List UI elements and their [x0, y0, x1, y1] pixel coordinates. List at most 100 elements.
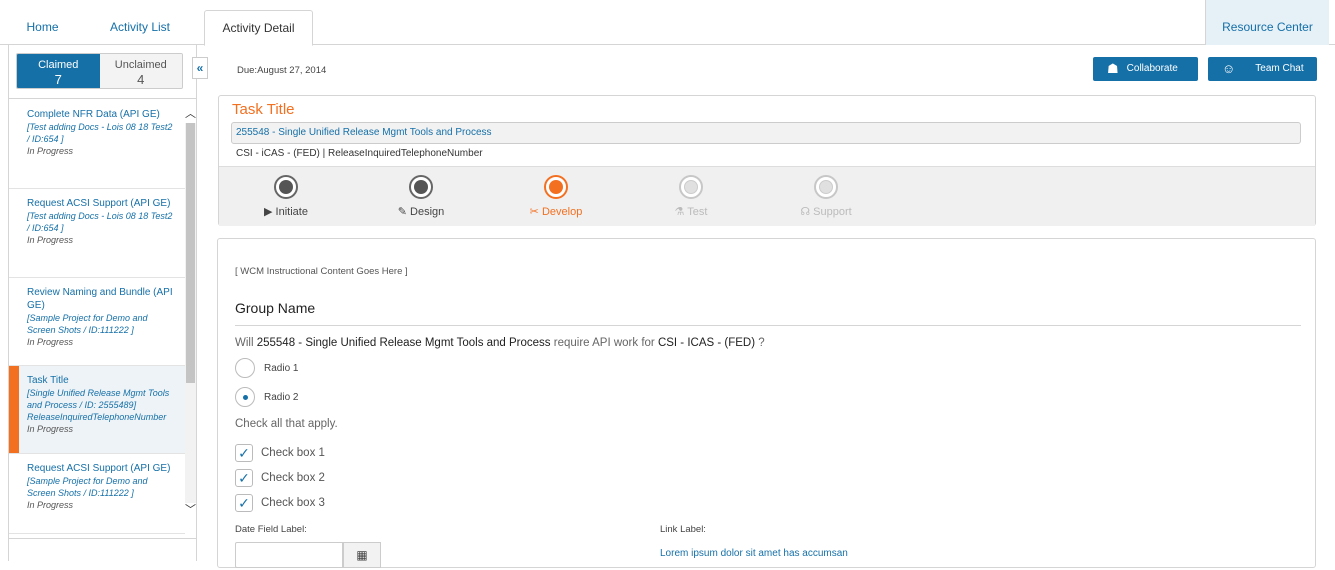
task-item-title: Complete NFR Data (API GE) — [27, 109, 160, 120]
radio-option-1[interactable]: Radio 1 — [235, 357, 298, 379]
design-icon: ✎ — [397, 206, 407, 218]
progress-steps: ▶ Initiate ✎ Design ✂ Develop ⚗ Test ☊ S… — [219, 166, 1315, 226]
scroll-down-icon[interactable]: ﹀ — [185, 503, 196, 517]
checkmark-icon[interactable]: ✓ — [235, 469, 253, 487]
scroll-up-icon[interactable]: ︿ — [185, 107, 196, 121]
checkbox-option-2[interactable]: ✓ Check box 2 — [235, 469, 325, 487]
divider — [235, 325, 1301, 326]
task-item-title: Request ACSI Support (API GE) — [27, 198, 171, 209]
unclaimed-filter-button[interactable]: Unclaimed 4 — [99, 54, 182, 88]
flask-icon: ⚗ — [674, 206, 685, 218]
scrollbar-thumb[interactable] — [186, 123, 195, 383]
checkbox-option-1[interactable]: ✓ Check box 1 — [235, 444, 325, 462]
task-list: Complete NFR Data (API GE) [Test adding … — [9, 100, 185, 570]
task-list-item[interactable]: Review Naming and Bundle (API GE) [Sampl… — [9, 278, 185, 366]
question-middle: require API work for — [550, 337, 658, 349]
claimed-label: Claimed — [38, 59, 79, 71]
step-label: Design — [410, 206, 445, 218]
task-item-project: [Sample Project for Demo and Screen Shot… — [27, 476, 148, 498]
task-item-status: In Progress — [27, 424, 74, 434]
step-indicator-icon — [814, 175, 838, 199]
collaborate-label: Collaborate — [1126, 63, 1178, 74]
resource-center-link[interactable]: Resource Center — [1205, 0, 1329, 45]
form-card: [ WCM Instructional Content Goes Here ] … — [217, 238, 1316, 568]
step-develop[interactable]: ✂ Develop — [506, 175, 606, 218]
step-label: Initiate — [275, 206, 308, 218]
top-navigation: Home Activity List Activity Detail Resou… — [0, 0, 1335, 46]
step-test[interactable]: ⚗ Test — [641, 175, 741, 218]
task-meta: CSI - iCAS - (FED) | ReleaseInquiredTele… — [236, 148, 483, 159]
team-chat-label: Team Chat — [1255, 63, 1304, 74]
checkbox-option-3[interactable]: ✓ Check box 3 — [235, 494, 325, 512]
claimed-filter-button[interactable]: Claimed 7 — [17, 54, 100, 88]
due-date: Due:August 27, 2014 — [237, 65, 327, 76]
step-indicator-icon — [409, 175, 433, 199]
task-title: Task Title — [232, 101, 295, 118]
checkbox-label: Check box 1 — [261, 447, 325, 459]
task-item-status: In Progress — [27, 337, 74, 347]
radio-button[interactable] — [235, 387, 255, 407]
headset-icon: ☊ — [800, 206, 811, 218]
task-item-title: Request ACSI Support (API GE) — [27, 463, 171, 474]
link-label: Link Label: — [660, 524, 706, 535]
task-project-name[interactable]: 255548 - Single Unified Release Mgmt Too… — [231, 122, 1301, 144]
team-chat-icon: ☺ — [1222, 61, 1236, 76]
tab-activity-detail[interactable]: Activity Detail — [204, 10, 313, 46]
radio-button[interactable] — [235, 358, 255, 378]
team-chat-button[interactable]: ☺ Team Chat — [1208, 57, 1317, 81]
tools-icon: ✂ — [529, 206, 539, 218]
unclaimed-label: Unclaimed — [114, 59, 167, 71]
divider — [9, 538, 196, 539]
collapse-sidebar-icon[interactable]: « — [192, 57, 208, 79]
tab-home[interactable]: Home — [15, 0, 70, 45]
task-item-title: Task Title — [27, 375, 69, 386]
play-icon: ▶ — [264, 206, 273, 218]
task-item-project: [Test adding Docs - Lois 08 18 Test2 / I… — [27, 211, 173, 233]
collaborate-button[interactable]: ☗ Collaborate — [1093, 57, 1198, 81]
checkbox-label: Check box 3 — [261, 497, 325, 509]
task-item-project: [Single Unified Release Mgmt Tools and P… — [27, 388, 170, 422]
step-initiate[interactable]: ▶ Initiate — [236, 175, 336, 218]
question-prefix: Will — [235, 337, 257, 349]
question-text: Will 255548 - Single Unified Release Mgm… — [235, 337, 765, 349]
claimed-count: 7 — [54, 72, 62, 87]
checkbox-label: Check box 2 — [261, 472, 325, 484]
step-support[interactable]: ☊ Support — [776, 175, 876, 218]
radio-option-2[interactable]: Radio 2 — [235, 386, 298, 408]
step-indicator-icon — [274, 175, 298, 199]
radio-label: Radio 1 — [264, 362, 299, 374]
claim-toggle: Claimed 7 Unclaimed 4 — [16, 53, 183, 89]
check-hint: Check all that apply. — [235, 418, 338, 430]
checkmark-icon[interactable]: ✓ — [235, 444, 253, 462]
task-list-item[interactable]: Request ACSI Support (API GE) [Test addi… — [9, 189, 185, 278]
task-item-status: In Progress — [27, 146, 74, 156]
task-item-project: [Sample Project for Demo and Screen Shot… — [27, 313, 148, 335]
unclaimed-count: 4 — [137, 72, 145, 87]
task-list-scrollbar[interactable] — [185, 123, 196, 503]
task-list-item[interactable]: Request ACSI Support (API GE) [Sample Pr… — [9, 454, 185, 534]
calendar-icon[interactable]: ▦ — [343, 542, 381, 568]
task-card: Task Title 255548 - Single Unified Relea… — [218, 95, 1316, 226]
task-item-status: In Progress — [27, 235, 74, 245]
task-item-title: Review Naming and Bundle (API GE) — [27, 287, 173, 311]
group-icon: ☗ — [1107, 61, 1119, 76]
step-label: Develop — [541, 206, 583, 218]
group-name-heading: Group Name — [235, 300, 316, 316]
date-field-label: Date Field Label: — [235, 524, 307, 535]
step-design[interactable]: ✎ Design — [371, 175, 471, 218]
instructional-content: [ WCM Instructional Content Goes Here ] — [235, 266, 408, 277]
task-list-item-selected[interactable]: Task Title [Single Unified Release Mgmt … — [9, 366, 185, 454]
question-suffix: ? — [755, 337, 765, 349]
tab-activity-list[interactable]: Activity List — [100, 0, 180, 45]
task-list-item[interactable]: Complete NFR Data (API GE) [Test adding … — [9, 100, 185, 189]
step-label: Support — [813, 206, 852, 218]
radio-label: Radio 2 — [264, 391, 299, 403]
question-csi: CSI - ICAS - (FED) — [657, 337, 756, 349]
step-label: Test — [687, 206, 708, 218]
lorem-link[interactable]: Lorem ipsum dolor sit amet has accumsan — [660, 548, 848, 559]
checkmark-icon[interactable]: ✓ — [235, 494, 253, 512]
question-project: 255548 - Single Unified Release Mgmt Too… — [256, 337, 551, 349]
activity-sidebar: Claimed 7 Unclaimed 4 Complete NFR Data … — [8, 45, 197, 561]
step-indicator-icon — [679, 175, 703, 199]
date-field-input[interactable] — [235, 542, 343, 568]
